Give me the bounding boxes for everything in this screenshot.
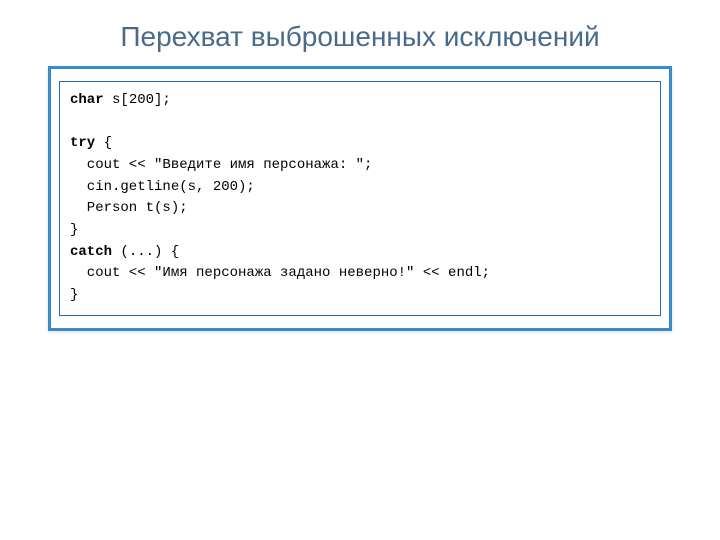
code-line: cout << "Введите имя персонажа: "; xyxy=(70,155,650,177)
code-line: cin.getline(s, 200); xyxy=(70,177,650,199)
code-line: Person t(s); xyxy=(70,198,650,220)
slide-title: Перехват выброшенных исключений xyxy=(54,18,666,56)
code-line: cout << "Имя персонажа задано неверно!" … xyxy=(70,263,650,285)
keyword-catch: catch xyxy=(70,244,112,260)
code-outer-frame: char s[200]; try { cout << "Введите имя … xyxy=(48,66,672,331)
code-line-blank xyxy=(70,111,650,133)
keyword-try: try xyxy=(70,135,95,151)
code-line: char s[200]; xyxy=(70,90,650,112)
code-text: (...) { xyxy=(112,244,179,260)
keyword-char: char xyxy=(70,92,104,108)
slide: Перехват выброшенных исключений char s[2… xyxy=(0,0,720,540)
code-line: catch (...) { xyxy=(70,242,650,264)
code-text: s[200]; xyxy=(104,92,171,108)
code-line: } xyxy=(70,285,650,307)
code-text: { xyxy=(95,135,112,151)
code-line: try { xyxy=(70,133,650,155)
code-line: } xyxy=(70,220,650,242)
code-block: char s[200]; try { cout << "Введите имя … xyxy=(59,81,661,316)
